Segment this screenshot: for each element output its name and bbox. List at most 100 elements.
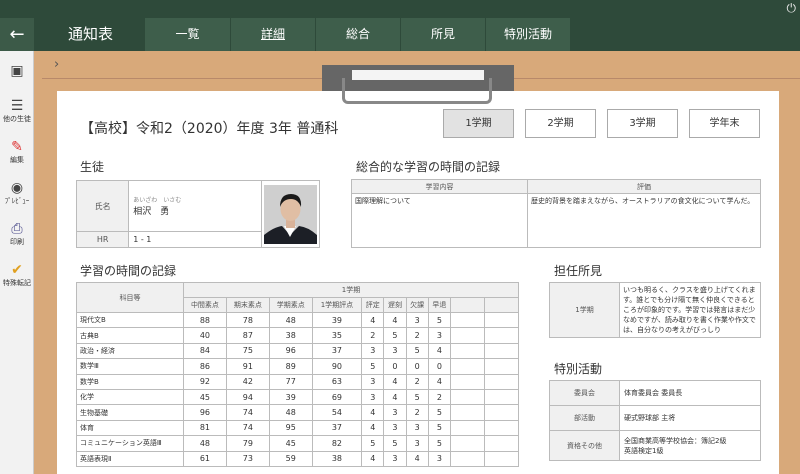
grade-column-header: 学期素点	[268, 297, 313, 313]
grade-cell-blank	[450, 419, 485, 437]
grade-cell: 79	[225, 435, 270, 452]
tab-comments[interactable]: 所見	[401, 18, 485, 51]
grade-cell: 78	[225, 311, 270, 329]
grade-cell: 48	[183, 435, 227, 452]
grade-cell-blank	[484, 450, 519, 467]
grade-cell: 4	[427, 342, 452, 360]
activity-label-club: 部活動	[549, 405, 620, 431]
integrated-content: 国際理解について	[351, 193, 528, 248]
grade-cell: 95	[268, 419, 313, 437]
grade-cell: 3	[427, 450, 452, 467]
integrated-heading: 総合的な学習の時間の記録	[356, 160, 501, 174]
sidebar-item-print[interactable]: ⎙ 印刷	[0, 221, 34, 247]
grade-cell: 5	[427, 435, 452, 452]
grade-cell: 54	[311, 404, 363, 421]
term-button-1[interactable]: 1学期	[443, 109, 514, 138]
grade-cell: 4	[361, 450, 385, 467]
term-button-2[interactable]: 2学期	[525, 109, 596, 138]
grade-cell: 2	[427, 388, 452, 406]
table-row: 体育 81 74 95 37 4 3 3 5	[76, 419, 519, 437]
subject-name: 政治・経済	[76, 342, 184, 360]
grade-cell: 40	[183, 327, 227, 344]
grade-cell: 3	[405, 311, 429, 329]
grade-cell: 2	[405, 327, 429, 344]
table-row: 古典B 40 87 38 35 2 5 2 3	[76, 327, 519, 344]
grade-cell-blank	[450, 373, 485, 390]
student-photo	[263, 184, 317, 244]
grade-column-header: 評定	[361, 297, 385, 313]
power-icon[interactable]: ⏻	[787, 1, 797, 16]
id-card-icon: ▣	[10, 63, 24, 79]
tab-summary[interactable]: 総合	[316, 18, 400, 51]
grade-cell: 48	[268, 311, 313, 329]
grade-cell: 63	[311, 373, 363, 390]
grade-cell: 87	[225, 327, 270, 344]
table-row: 数学B 92 42 77 63 3 4 2 4	[76, 373, 519, 390]
grade-cell: 90	[311, 358, 363, 375]
sidebar-item-preview[interactable]: ◉ ﾌﾟﾚﾋﾞｭｰ	[0, 180, 34, 206]
grade-cell: 37	[311, 419, 363, 437]
breadcrumb-chevron-icon[interactable]: ›	[54, 57, 59, 72]
grade-cell-blank	[450, 435, 485, 452]
grade-cell: 0	[427, 358, 452, 375]
grade-cell-blank	[484, 342, 519, 360]
grade-cell: 2	[361, 327, 385, 344]
grade-cell: 45	[268, 435, 313, 452]
sidebar-item-edit[interactable]: ✎ 編集	[0, 139, 34, 165]
grade-cell: 37	[311, 342, 363, 360]
subject-name: 数学Ⅲ	[76, 358, 184, 375]
hr-value: 1 - 1	[128, 231, 262, 248]
name-cell: あいざわ いさむ 相沢 勇	[128, 180, 262, 232]
grade-cell: 75	[225, 342, 270, 360]
grade-cell: 5	[383, 435, 407, 452]
subject-name: コミュニケーション英語Ⅲ	[76, 435, 184, 452]
grades-heading: 学習の時間の記録	[80, 264, 177, 278]
grade-cell: 4	[361, 311, 385, 329]
sidebar-item-special-transfer[interactable]: ✔ 特殊転記	[0, 262, 34, 288]
grade-column-header: 欠課	[405, 297, 429, 313]
table-row: コミュニケーション英語Ⅲ 48 79 45 82 5 5 3 5	[76, 435, 519, 452]
subject-name: 化学	[76, 388, 184, 406]
grade-cell: 88	[183, 311, 227, 329]
teacher-heading: 担任所見	[554, 264, 603, 278]
grade-cell: 4	[361, 419, 385, 437]
double-check-icon: ✔	[11, 262, 23, 278]
teacher-term-label: 1学期	[549, 282, 620, 338]
tab-detail[interactable]: 詳細	[231, 18, 315, 51]
grade-cell: 5	[361, 358, 385, 375]
grade-cell: 3	[361, 342, 385, 360]
list-icon: ☰	[10, 98, 24, 114]
grade-cell: 39	[268, 388, 313, 406]
grade-column-header: 中間素点	[183, 297, 227, 313]
grade-cell: 3	[383, 419, 407, 437]
grade-cell: 94	[225, 388, 270, 406]
subject-name: 体育	[76, 419, 184, 437]
back-button[interactable]: ←	[0, 18, 34, 51]
grade-cell-blank	[484, 419, 519, 437]
grade-cell-blank	[450, 311, 485, 329]
term-button-year-end[interactable]: 学年末	[689, 109, 760, 138]
table-row: 生物基礎 96 74 48 54 4 3 2 5	[76, 404, 519, 421]
term-button-3[interactable]: 3学期	[607, 109, 678, 138]
grade-cell: 38	[268, 327, 313, 344]
grade-cell-blank	[450, 358, 485, 375]
grade-cell: 4	[405, 450, 429, 467]
grade-cell: 5	[427, 404, 452, 421]
grade-cell: 3	[383, 450, 407, 467]
table-row: 化学 45 94 39 69 3 4 5 2	[76, 388, 519, 406]
grade-cell: 3	[405, 435, 429, 452]
activities-table: 委員会 体育委員会 委員長 部活動 硬式野球部 主将 資格その他 全国商業高等学…	[549, 380, 761, 461]
grade-cell-blank	[484, 327, 519, 344]
sidebar-item-other-students[interactable]: ☰ 他の生徒	[0, 98, 34, 124]
tab-list[interactable]: 一覧	[145, 18, 230, 51]
grade-cell: 2	[405, 373, 429, 390]
grade-cell: 3	[383, 342, 407, 360]
printer-icon: ⎙	[11, 221, 23, 237]
name-label: 氏名	[75, 180, 130, 232]
sidebar-item-profile[interactable]: ▣	[0, 63, 34, 79]
student-name: 相沢 勇	[133, 207, 170, 217]
grade-cell: 77	[268, 373, 313, 390]
grade-cell-blank	[450, 450, 485, 467]
tab-special-activities[interactable]: 特別活動	[486, 18, 570, 51]
grade-cell: 4	[383, 373, 407, 390]
